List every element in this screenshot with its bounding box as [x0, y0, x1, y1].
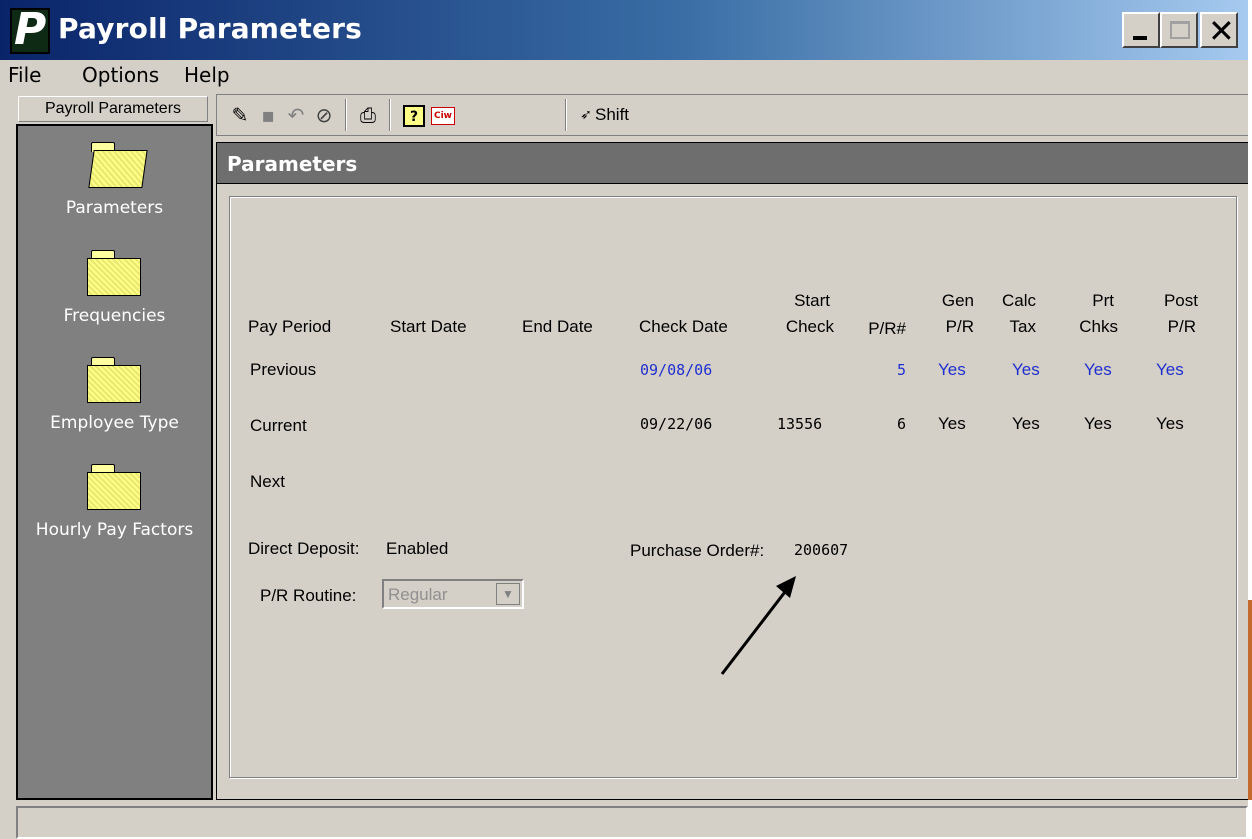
- minimize-icon: [1133, 36, 1147, 40]
- nav-header: Payroll Parameters: [18, 96, 208, 122]
- maximize-icon: [1170, 21, 1190, 39]
- col-gen-line2: P/R: [945, 317, 974, 336]
- annotation-arrow: [720, 576, 796, 675]
- minimize-button[interactable]: [1122, 12, 1160, 48]
- nav-item-label: Parameters: [65, 198, 164, 218]
- direct-deposit-label: Direct Deposit:: [248, 539, 360, 558]
- nav-item-employee-type[interactable]: Employee Type: [18, 357, 211, 433]
- row-previous-calc: Yes: [1012, 360, 1040, 379]
- routine-select[interactable]: Regular ▼: [382, 579, 524, 609]
- toolbar-separator: [565, 99, 567, 131]
- folder-icon: [86, 250, 143, 296]
- row-previous-period: Previous: [250, 360, 317, 379]
- col-start-date: Start Date: [390, 317, 467, 336]
- row-previous-post: Yes: [1156, 360, 1184, 379]
- row-current-check-date: 09/22/06: [640, 415, 713, 433]
- status-bar: [16, 806, 1248, 839]
- window-title: Payroll Parameters: [58, 12, 363, 45]
- toolbar-separator: [389, 99, 391, 131]
- menu-bar: File Options Help: [0, 60, 1248, 92]
- direct-deposit-value: Enabled: [386, 539, 449, 558]
- col-check-date: Check Date: [639, 317, 728, 336]
- content-header: Parameters: [216, 142, 1250, 184]
- row-current-start-check: 13556: [777, 415, 823, 433]
- row-current-pr-number: 6: [896, 415, 906, 433]
- parameters-groupbox: [229, 196, 1237, 778]
- content-area: [216, 184, 1250, 800]
- row-previous-pr-number: 5: [896, 361, 906, 379]
- row-current-prt: Yes: [1084, 414, 1112, 433]
- purchase-order-value: 200607: [794, 541, 849, 559]
- cancel-icon[interactable]: ⊘: [311, 103, 337, 129]
- nav-item-label: Employee Type: [50, 413, 179, 433]
- routine-label: P/R Routine:: [260, 586, 357, 605]
- close-icon: ✕: [1208, 12, 1235, 50]
- save-icon[interactable]: ▪: [255, 103, 281, 129]
- col-gen-line1: Gen: [941, 291, 974, 310]
- row-previous-prt: Yes: [1084, 360, 1112, 379]
- row-current-calc: Yes: [1012, 414, 1040, 433]
- menu-options[interactable]: Options: [82, 63, 159, 87]
- nav-item-hourly-pay-factors[interactable]: Hourly Pay Factors: [18, 464, 211, 540]
- col-pay-period: Pay Period: [248, 317, 332, 336]
- col-post-line2: P/R: [1167, 317, 1196, 336]
- folder-icon: [86, 357, 143, 403]
- toolbar: ✎ ▪ ↶ ⊘ ⎙ ? Ciw ➶ Shift: [216, 94, 1250, 136]
- nav-pane: Parameters Frequencies Employee Type Hou…: [16, 124, 213, 800]
- help-icon[interactable]: ?: [403, 105, 425, 127]
- col-prt-line1: Prt: [1092, 291, 1114, 310]
- page-title: Parameters: [227, 152, 358, 176]
- undo-icon[interactable]: ↶: [283, 103, 309, 129]
- menu-help[interactable]: Help: [184, 63, 230, 87]
- title-bar[interactable]: P Payroll Parameters ✕: [0, 0, 1248, 60]
- ciw-logo-icon[interactable]: Ciw: [431, 107, 455, 125]
- toolbar-separator: [345, 99, 347, 131]
- col-pr-number: P/R#: [868, 319, 906, 338]
- col-post-line1: Post: [1163, 291, 1198, 310]
- close-button[interactable]: ✕: [1200, 12, 1238, 50]
- maximize-button[interactable]: [1160, 12, 1198, 48]
- pencil-icon[interactable]: ✎: [227, 103, 253, 129]
- col-end-date: End Date: [522, 317, 593, 336]
- nav-item-label: Frequencies: [63, 306, 166, 326]
- row-current-gen: Yes: [938, 414, 966, 433]
- col-prt-line2: Chks: [1079, 317, 1118, 336]
- purchase-order-label: Purchase Order#:: [630, 541, 765, 560]
- open-folder-icon: [87, 142, 148, 188]
- menu-file[interactable]: File: [8, 63, 41, 87]
- nav-item-parameters[interactable]: Parameters: [18, 142, 211, 218]
- shift-button[interactable]: Shift: [595, 105, 629, 125]
- col-calc-line1: Calc: [1001, 291, 1036, 310]
- row-current-post: Yes: [1156, 414, 1184, 433]
- nav-item-label: Hourly Pay Factors: [35, 520, 194, 540]
- col-calc-line2: Tax: [1009, 317, 1036, 336]
- app-logo-icon: P: [10, 4, 50, 55]
- nav-item-frequencies[interactable]: Frequencies: [18, 250, 211, 326]
- chevron-down-icon[interactable]: ▼: [496, 583, 520, 605]
- row-previous-gen: Yes: [938, 360, 966, 379]
- col-start-check-line1: Start: [794, 291, 830, 310]
- row-current-period: Current: [250, 416, 307, 435]
- col-start-check-line2: Check: [785, 317, 834, 336]
- routine-select-value: Regular: [388, 585, 448, 604]
- row-next-period: Next: [250, 472, 285, 491]
- folder-icon: [86, 464, 143, 510]
- payroll-window: P Payroll Parameters ✕ File Options Help…: [0, 0, 1252, 839]
- row-previous-check-date: 09/08/06: [640, 361, 713, 379]
- desktop-edge: [1248, 0, 1252, 839]
- print-icon[interactable]: ⎙: [355, 103, 381, 129]
